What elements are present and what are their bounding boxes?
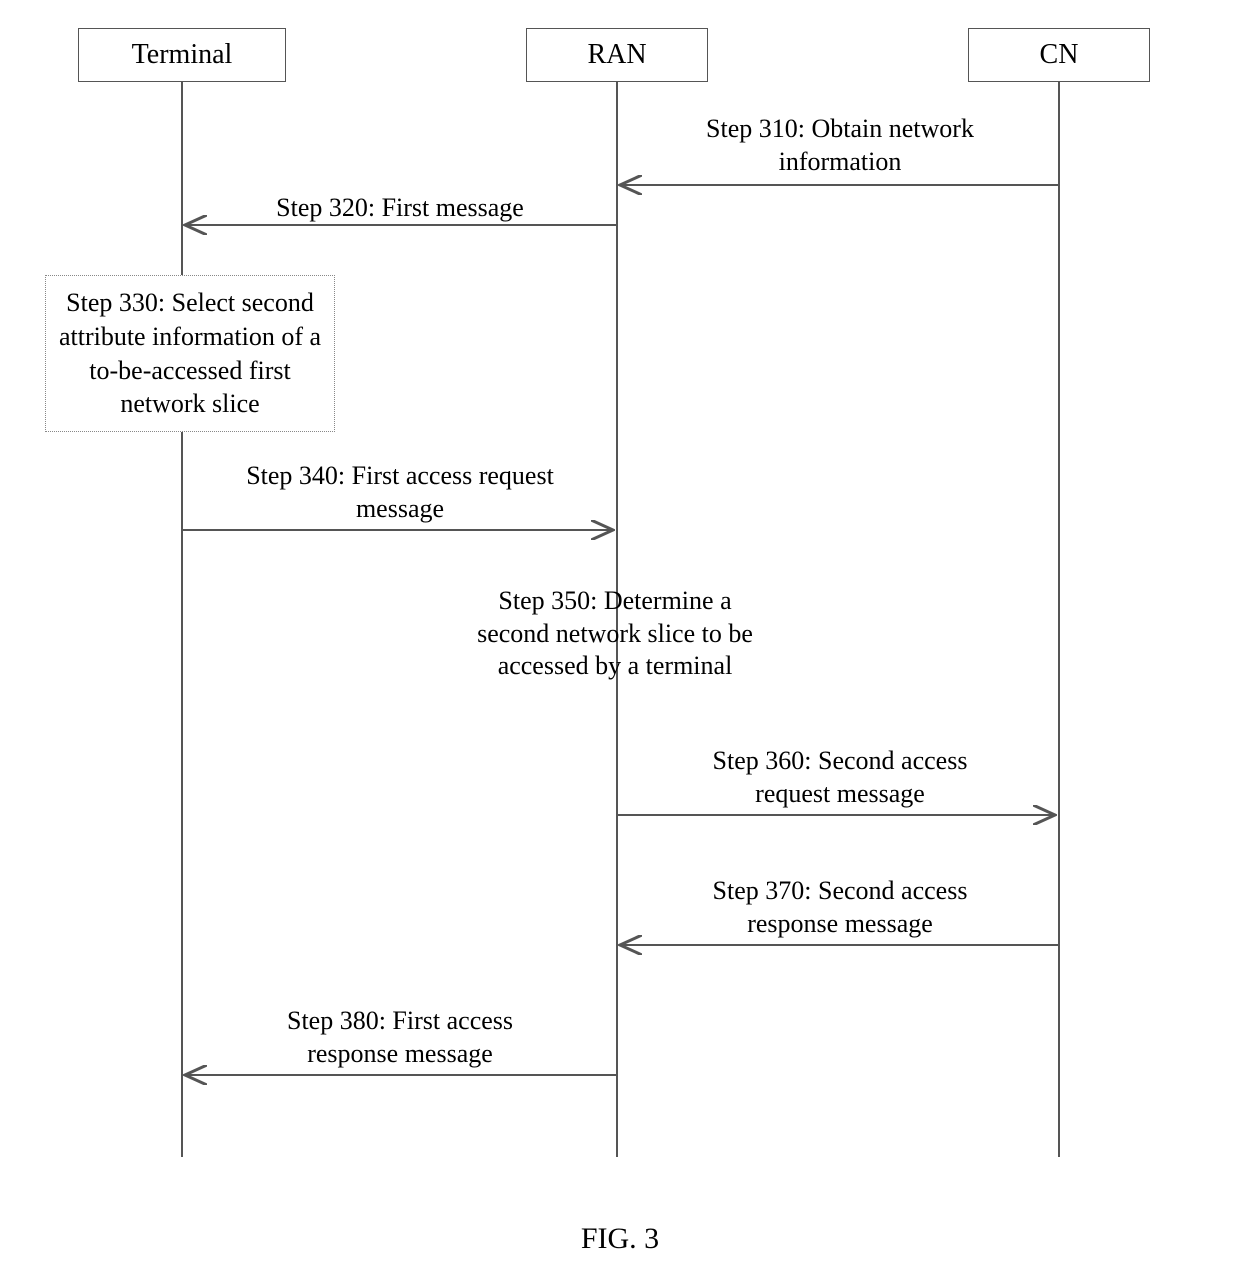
lifeline-cn (1058, 82, 1060, 1157)
label-step320: Step 320: First message (220, 192, 580, 225)
label-step360: Step 360: Second access request message (660, 745, 1020, 810)
sequence-diagram: Terminal RAN CN Step 310: Obtain network… (0, 0, 1240, 1286)
actor-cn-label: CN (1040, 39, 1079, 70)
lifeline-terminal (181, 82, 183, 1157)
actor-cn: CN (968, 28, 1150, 82)
figure-caption: FIG. 3 (0, 1222, 1240, 1256)
label-step370: Step 370: Second access response message (660, 875, 1020, 940)
label-step340: Step 340: First access request message (210, 460, 590, 525)
label-step350: Step 350: Determine a second network sli… (410, 585, 820, 683)
note-step330: Step 330: Select second attribute inform… (45, 275, 335, 432)
label-step380: Step 380: First access response message (220, 1005, 580, 1070)
actor-ran-label: RAN (587, 39, 646, 70)
actor-terminal-label: Terminal (132, 39, 233, 70)
actor-ran: RAN (526, 28, 708, 82)
actor-terminal: Terminal (78, 28, 286, 82)
label-step310: Step 310: Obtain network information (660, 113, 1020, 178)
